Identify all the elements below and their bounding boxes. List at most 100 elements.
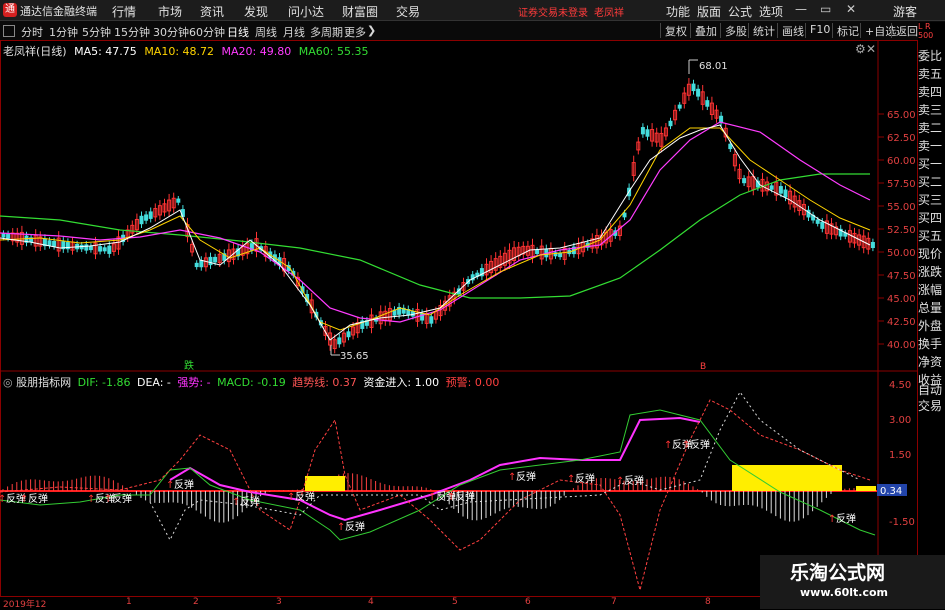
period-tab-monthly[interactable]: 月线 bbox=[283, 24, 305, 40]
trend-label: 趋势线: 0.37 bbox=[292, 376, 357, 389]
rebound-label: 反弹 bbox=[345, 520, 365, 533]
close-panel-icon[interactable]: ✕ bbox=[866, 42, 876, 56]
quote-panel-item[interactable]: 卖三 bbox=[918, 102, 945, 118]
candle-body bbox=[107, 245, 112, 254]
close-icon[interactable]: ✕ bbox=[846, 2, 856, 16]
period-tab-more[interactable]: 更多 bbox=[344, 24, 366, 40]
menu-item-trade[interactable]: 交易 bbox=[396, 3, 420, 20]
indicator-tick-label: 3.00 bbox=[889, 415, 911, 426]
quote-panel-item[interactable]: 涨跌 bbox=[918, 264, 945, 280]
toolbar-button-draw[interactable]: 画线 bbox=[777, 23, 804, 38]
rebound-label: 反弹 bbox=[174, 478, 194, 491]
period-tab-multi[interactable]: 多周期 bbox=[310, 24, 343, 40]
price-tick-label: 52.50 bbox=[887, 225, 916, 236]
toolbar-button-back[interactable]: 返回 bbox=[891, 23, 918, 38]
menu-item-formula[interactable]: 公式 bbox=[728, 3, 752, 20]
price-tick-label: 65.00 bbox=[887, 110, 916, 121]
quote-panel-item[interactable]: 总量 bbox=[918, 300, 945, 316]
app-name: 通达信金融终端 bbox=[20, 5, 97, 18]
b-marker: B bbox=[700, 362, 706, 372]
quote-panel-item[interactable]: 卖二 bbox=[918, 120, 945, 136]
login-notice[interactable]: 证券交易未登录 bbox=[518, 4, 588, 19]
menu-item-exchange[interactable]: 市场 bbox=[158, 3, 182, 20]
watermark-title: 乐淘公式网 bbox=[790, 562, 886, 584]
quote-panel-item[interactable]: 买一 bbox=[918, 156, 945, 172]
yellow-block bbox=[305, 476, 345, 491]
candle-body bbox=[52, 240, 57, 247]
chevron-right-icon[interactable]: ❯ bbox=[367, 24, 376, 37]
quote-panel-item[interactable]: 买四 bbox=[918, 210, 945, 226]
quote-side-panel: 委比 卖五 卖四 卖三 卖二 卖一 买一 买二 买三 买四 买五 现价 涨跌 涨幅 总量 外盘 换手 净资 收益 自动… bbox=[918, 42, 945, 422]
quote-panel-item[interactable]: 买三 bbox=[918, 192, 945, 208]
period-tab-5min[interactable]: 5分钟 bbox=[82, 24, 111, 40]
date-axis-label: 3 bbox=[276, 597, 282, 607]
quote-panel-item[interactable]: 卖四 bbox=[918, 84, 945, 100]
menu-item-wealth[interactable]: 财富圈 bbox=[342, 3, 378, 20]
period-tab-60min[interactable]: 60分钟 bbox=[189, 24, 225, 40]
date-axis-label: 2019年12 bbox=[3, 600, 47, 610]
dif-label: DIF: -1.86 bbox=[77, 376, 131, 389]
toolbar-button-overlay[interactable]: 叠加 bbox=[690, 23, 717, 38]
menu-item-ask[interactable]: 问小达 bbox=[288, 3, 324, 20]
period-tab-daily[interactable]: 日线 bbox=[227, 24, 249, 40]
quote-panel-item[interactable]: 外盘 bbox=[918, 318, 945, 334]
scale-indicator[interactable]: L R 500 bbox=[918, 22, 945, 42]
quote-panel-item[interactable]: 自动 bbox=[918, 382, 945, 398]
candle-body bbox=[696, 88, 701, 97]
menu-item-discover[interactable]: 发现 bbox=[244, 3, 268, 20]
yellow-block bbox=[732, 465, 842, 491]
menu-item-layout[interactable]: 版面 bbox=[697, 3, 721, 20]
quote-panel-item[interactable]: 买二 bbox=[918, 174, 945, 190]
kline-chart[interactable]: 65.00 62.50 60.00 57.50 55.00 52.50 50.00 47.50… bbox=[0, 40, 918, 597]
period-tab-1min[interactable]: 1分钟 bbox=[49, 24, 78, 40]
candle-body bbox=[429, 316, 434, 324]
quote-panel-item[interactable]: 委比 bbox=[918, 48, 945, 64]
period-tab-intraday[interactable]: 分时 bbox=[21, 24, 43, 40]
menu-item-news[interactable]: 资讯 bbox=[200, 3, 224, 20]
candle-body bbox=[677, 104, 682, 109]
strong-label: 强势: - bbox=[177, 376, 211, 389]
toolbar-button-mark[interactable]: 标记 bbox=[832, 23, 859, 38]
candle-body bbox=[640, 127, 645, 135]
quote-panel-item[interactable]: 换手 bbox=[918, 336, 945, 352]
candle-body bbox=[176, 198, 181, 203]
price-axis: 65.00 62.50 60.00 57.50 55.00 52.50 50.00 47.50… bbox=[878, 110, 916, 351]
candle-body bbox=[728, 143, 733, 150]
restore-icon[interactable]: ▭ bbox=[820, 2, 831, 16]
candle-body bbox=[742, 178, 747, 184]
toolbar-button-multistock[interactable]: 多股 bbox=[720, 23, 747, 38]
candle-body bbox=[870, 241, 875, 249]
period-tab-weekly[interactable]: 周线 bbox=[255, 24, 277, 40]
toolbar-button-f10[interactable]: F10 bbox=[805, 23, 830, 38]
toolbar-button-stats[interactable]: 统计 bbox=[748, 23, 775, 38]
toolbar-button-adjust[interactable]: 复权 bbox=[660, 23, 687, 38]
quote-panel-item[interactable]: 净资 bbox=[918, 354, 945, 370]
quote-panel-item[interactable]: 交易 bbox=[918, 398, 945, 414]
menu-item-market[interactable]: 行情 bbox=[112, 3, 136, 20]
indicator-tick-label: -1.50 bbox=[889, 517, 915, 528]
candle-body bbox=[102, 247, 107, 252]
rebound-label: 反弹 bbox=[836, 512, 856, 525]
dea-label: DEA: - bbox=[136, 376, 171, 389]
period-tab-30min[interactable]: 30分钟 bbox=[153, 24, 189, 40]
quote-panel-item[interactable]: 卖一 bbox=[918, 138, 945, 154]
candle-body bbox=[98, 246, 103, 252]
quote-panel-item[interactable]: 涨幅 bbox=[918, 282, 945, 298]
quote-panel-item[interactable]: 卖五 bbox=[918, 66, 945, 82]
visitor-label[interactable]: 游客 bbox=[893, 3, 917, 20]
date-axis-label: 6 bbox=[525, 597, 531, 607]
price-tick-label: 60.00 bbox=[887, 156, 916, 167]
menu-item-options[interactable]: 选项 bbox=[759, 3, 783, 20]
quote-panel-item[interactable]: 现价 bbox=[918, 246, 945, 262]
quote-panel-item[interactable]: 买五 bbox=[918, 228, 945, 244]
warn-label: 预警: 0.00 bbox=[445, 376, 500, 389]
period-tab-15min[interactable]: 15分钟 bbox=[114, 24, 150, 40]
settings-gear-icon[interactable]: ⚙ bbox=[855, 42, 866, 56]
menu-item-function[interactable]: 功能 bbox=[666, 3, 690, 20]
indicator-icon[interactable]: ◎ bbox=[3, 376, 13, 389]
toggle-icon[interactable] bbox=[3, 25, 15, 37]
minimize-icon[interactable]: — bbox=[795, 2, 807, 16]
price-tick-label: 50.00 bbox=[887, 248, 916, 259]
current-value: 0.34 bbox=[880, 486, 902, 497]
candle-body bbox=[337, 337, 342, 345]
